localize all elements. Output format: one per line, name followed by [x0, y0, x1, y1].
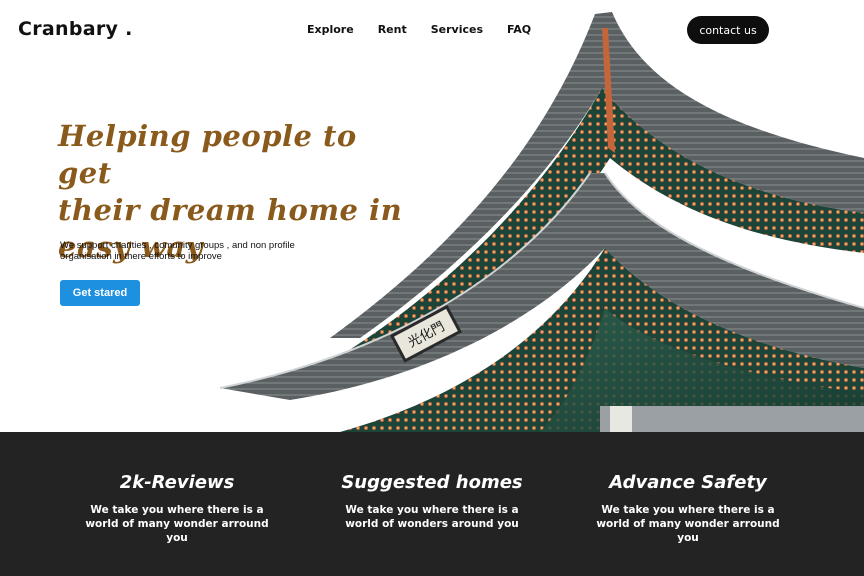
headline-line-2: their dream home in [58, 193, 403, 227]
feature-description: We take you where there is a world of ma… [596, 504, 780, 544]
features-section: 2k-Reviews We take you where there is a … [0, 432, 864, 576]
nav-rent[interactable]: Rent [378, 23, 407, 36]
contact-us-button[interactable]: contact us [687, 16, 769, 44]
feature-description: We take you where there is a world of ma… [85, 504, 269, 544]
get-started-button[interactable]: Get stared [60, 280, 140, 306]
nav-services[interactable]: Services [431, 23, 483, 36]
feature-title: Suggested homes [341, 472, 523, 493]
headline-line-1: Helping people to get [58, 119, 357, 190]
feature-suggested-homes: Suggested homes We take you where there … [322, 472, 542, 531]
main-nav: Explore Rent Services FAQ [307, 23, 531, 36]
feature-title: Advance Safety [609, 472, 767, 493]
hero-section: 光化門 Cranbary . Explore Rent Services FAQ… [0, 0, 864, 432]
brand-logo[interactable]: Cranbary . [18, 18, 133, 40]
feature-description: We take you where there is a world of wo… [345, 504, 519, 530]
feature-title: 2k-Reviews [119, 472, 235, 493]
feature-reviews: 2k-Reviews We take you where there is a … [67, 472, 287, 545]
feature-advance-safety: Advance Safety We take you where there i… [578, 472, 798, 545]
nav-faq[interactable]: FAQ [507, 23, 531, 36]
nav-explore[interactable]: Explore [307, 23, 354, 36]
hero-subtext: We support charities , comunity groups ,… [60, 240, 295, 262]
